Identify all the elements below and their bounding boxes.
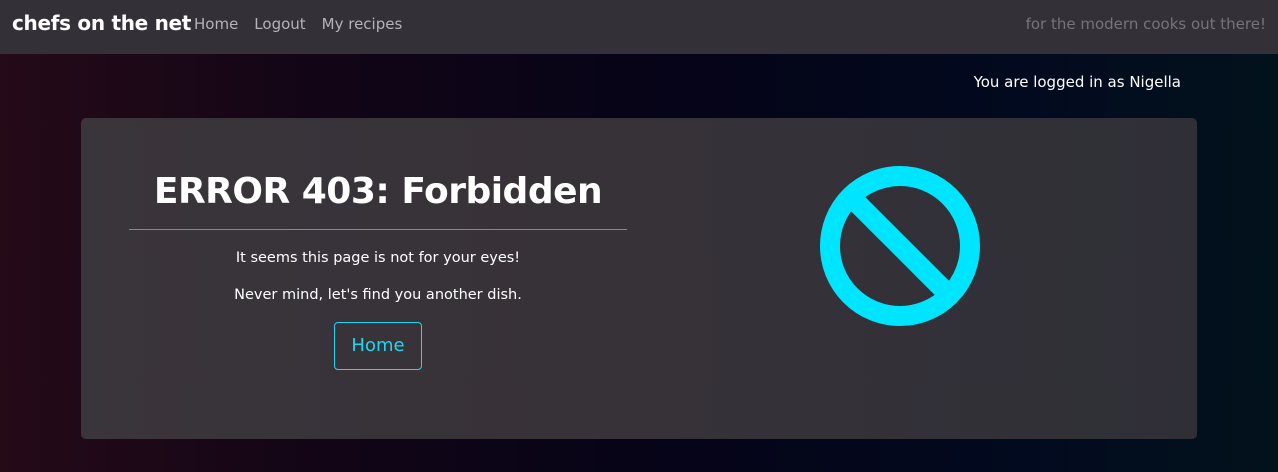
home-button[interactable]: Home (334, 322, 422, 370)
error-message-secondary: Never mind, let's find you another dish. (234, 287, 522, 303)
login-status: You are logged in as Nigella (973, 73, 1181, 91)
error-title: ERROR 403: Forbidden (153, 171, 603, 212)
error-message-primary: It seems this page is not for your eyes! (235, 250, 521, 266)
nav-link-my-recipes[interactable]: My recipes (322, 15, 403, 33)
nav-link-logout[interactable]: Logout (254, 15, 305, 33)
navbar: chefs on the net Home Logout My recipes … (0, 0, 1278, 54)
nav-link-home[interactable]: Home (194, 15, 238, 33)
nav-links: Home Logout My recipes (194, 15, 418, 33)
tagline: for the modern cooks out there! (1025, 15, 1266, 33)
brand-logo[interactable]: chefs on the net (12, 11, 191, 35)
divider (129, 229, 627, 230)
error-content: ERROR 403: Forbidden It seems this page … (129, 166, 627, 370)
forbidden-icon (820, 166, 980, 326)
error-card: ERROR 403: Forbidden It seems this page … (81, 118, 1197, 439)
